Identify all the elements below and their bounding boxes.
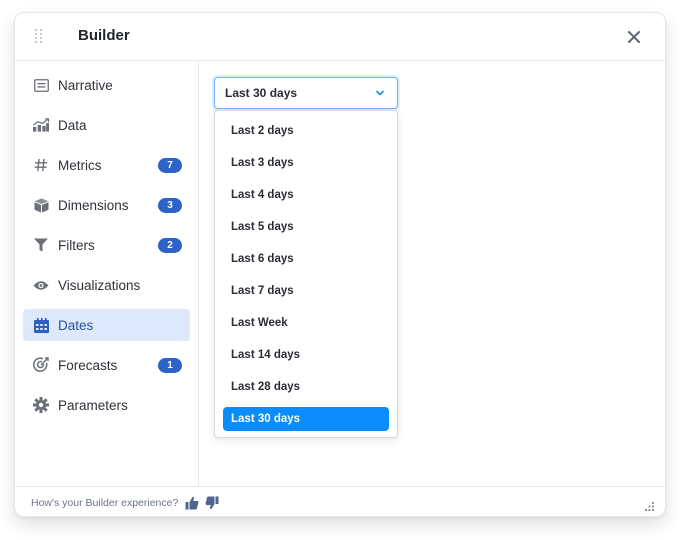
sidebar-item-label: Filters [58,237,95,253]
thumbs-down-button[interactable] [205,496,219,510]
thumbs-up-button[interactable] [185,496,199,510]
close-button[interactable] [625,28,643,46]
resize-grip-icon[interactable] [645,499,655,511]
sidebar-item-forecasts[interactable]: Forecasts 1 [23,349,190,381]
dropdown-option[interactable]: Last 3 days [223,151,389,175]
sidebar-item-label: Parameters [58,397,128,413]
dialog-title: Builder [78,27,130,44]
sidebar-item-label: Data [58,117,87,133]
count-badge: 2 [158,238,182,253]
data-chart-icon [33,117,49,133]
sidebar-item-label: Dates [58,317,94,333]
sidebar-item-label: Forecasts [58,357,118,373]
feedback-footer: How's your Builder experience? [15,486,665,518]
filter-icon [33,237,49,253]
close-icon [628,31,640,43]
sidebar-item-label: Visualizations [58,277,141,293]
drag-handle-icon[interactable] [35,29,43,45]
sidebar-item-narrative[interactable]: Narrative [23,69,190,101]
builder-dialog: Builder Narrative Data Metrics 7 Dimensi… [14,12,666,517]
dropdown-option[interactable]: Last 7 days [223,279,389,303]
count-badge: 1 [158,358,182,373]
dropdown-option[interactable]: Last Week [223,311,389,335]
count-badge: 3 [158,198,182,213]
chevron-down-icon [376,90,384,96]
builder-sidebar: Narrative Data Metrics 7 Dimensions 3 Fi… [15,61,199,486]
sidebar-item-dates[interactable]: Dates [23,309,190,341]
dropdown-option[interactable]: Last 2 days [223,119,389,143]
sidebar-item-parameters[interactable]: Parameters [23,389,190,421]
thumbs-up-icon [185,496,199,509]
dropdown-option[interactable]: Last 14 days [223,343,389,367]
feedback-prompt: How's your Builder experience? [31,496,179,509]
date-range-value: Last 30 days [225,86,298,100]
narrative-icon [33,77,49,93]
eye-icon [33,277,49,293]
sidebar-item-metrics[interactable]: Metrics 7 [23,149,190,181]
sidebar-item-label: Metrics [58,157,102,173]
dates-panel: Last 30 days Last 2 days Last 3 days Las… [200,61,665,486]
count-badge: 7 [158,158,182,173]
gear-icon [33,397,49,413]
cube-icon [33,197,49,213]
thumbs-down-icon [205,496,219,509]
date-range-dropdown: Last 2 days Last 3 days Last 4 days Last… [214,110,398,438]
dropdown-option[interactable]: Last 28 days [223,375,389,399]
calendar-icon [33,317,49,333]
hash-icon [33,157,49,173]
dropdown-option[interactable]: Last 5 days [223,215,389,239]
sidebar-item-data[interactable]: Data [23,109,190,141]
dropdown-option[interactable]: Last 6 days [223,247,389,271]
sidebar-item-dimensions[interactable]: Dimensions 3 [23,189,190,221]
dialog-header: Builder [15,13,665,61]
dropdown-option-selected[interactable]: Last 30 days [223,407,389,431]
date-range-select[interactable]: Last 30 days [214,77,398,109]
sidebar-item-visualizations[interactable]: Visualizations [23,269,190,301]
dropdown-option[interactable]: Last 4 days [223,183,389,207]
sidebar-item-filters[interactable]: Filters 2 [23,229,190,261]
sidebar-item-label: Narrative [58,77,113,93]
sidebar-item-label: Dimensions [58,197,129,213]
forecast-target-icon [33,357,49,373]
